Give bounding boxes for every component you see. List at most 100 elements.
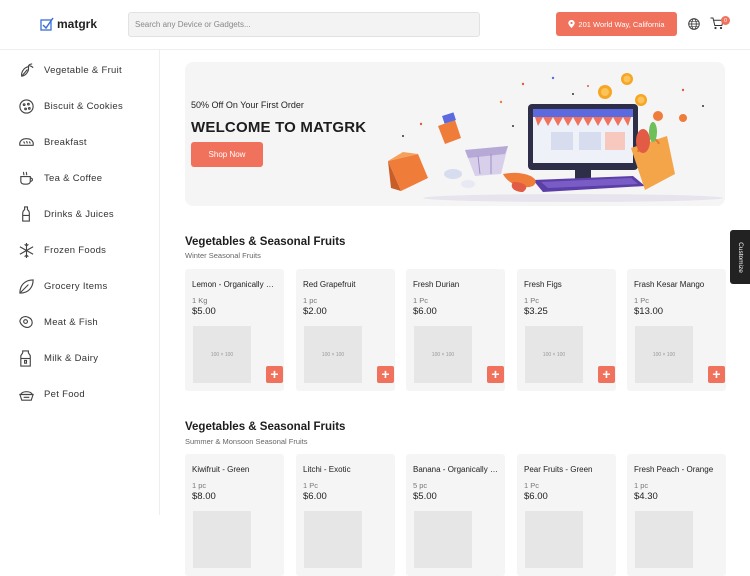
product-price: $3.25 <box>524 306 548 317</box>
shop-now-button[interactable]: Shop Now <box>191 142 263 167</box>
logo-text: matgrk <box>57 17 98 31</box>
leaf-icon <box>19 278 34 294</box>
cup-icon <box>20 171 33 185</box>
top-header: matgrk 201 World Way, California 0 <box>0 0 750 50</box>
sidebar-item-drinks-juices[interactable]: Drinks & Juices <box>18 204 114 224</box>
product-price: $4.30 <box>634 491 658 502</box>
add-to-cart-button[interactable]: + <box>598 366 615 383</box>
category-sidebar: Vegetable & Fruit Biscuit & Cookies Brea… <box>0 50 160 515</box>
product-name[interactable]: Litchi - Exotic <box>303 465 391 474</box>
logo-icon <box>40 17 54 31</box>
online-shopping-illustration <box>388 73 723 202</box>
cart-count-badge: 0 <box>721 16 730 25</box>
product-unit: 1 pc <box>192 481 207 490</box>
sidebar-item-breakfast[interactable]: Breakfast <box>18 132 87 152</box>
sidebar-item-label: Meat & Fish <box>44 316 98 328</box>
add-to-cart-button[interactable]: + <box>487 366 504 383</box>
product-unit: 1 Pc <box>634 296 650 305</box>
product-unit: 1 Kg <box>192 296 208 305</box>
product-price: $5.00 <box>413 491 437 502</box>
product-price: $8.00 <box>192 491 216 502</box>
product-image-placeholder[interactable] <box>414 511 472 568</box>
product-unit: 1 pc <box>634 481 649 490</box>
search-input[interactable] <box>128 12 480 37</box>
customize-label: Customize <box>736 241 744 273</box>
product-card[interactable]: Fresh Durian 1 Pc $6.00 100 × 100 + <box>406 269 505 391</box>
location-button[interactable]: 201 World Way, California <box>556 12 677 36</box>
sidebar-item-tea-coffee[interactable]: Tea & Coffee <box>18 168 102 188</box>
product-card[interactable]: Red Grapefruit 1 pc $2.00 100 × 100 + <box>296 269 395 391</box>
bottle-icon <box>22 205 30 222</box>
product-card[interactable]: Kiwifruit - Green 1 pc $8.00 <box>185 454 284 576</box>
product-image-placeholder[interactable]: 100 × 100 <box>193 326 251 383</box>
product-name[interactable]: Banana - Organically Grown <box>413 465 501 474</box>
sidebar-item-label: Milk & Dairy <box>44 352 99 364</box>
sidebar-item-grocery-items[interactable]: Grocery Items <box>18 276 108 296</box>
product-price: $6.00 <box>413 306 437 317</box>
sidebar-item-label: Drinks & Juices <box>44 208 114 220</box>
add-to-cart-button[interactable]: + <box>266 366 283 383</box>
product-image-placeholder[interactable] <box>525 511 583 568</box>
product-image-placeholder[interactable] <box>635 511 693 568</box>
customize-tab[interactable]: Customize <box>730 230 750 284</box>
location-text: 201 World Way, California <box>578 19 665 29</box>
product-card[interactable]: Fresh Peach - Orange 1 pc $4.30 <box>627 454 726 576</box>
section-subtitle: Winter Seasonal Fruits <box>185 251 261 260</box>
sidebar-item-pet-food[interactable]: Pet Food <box>18 384 85 404</box>
product-image-placeholder[interactable]: 100 × 100 <box>414 326 472 383</box>
product-card[interactable]: Pear Fruits - Green 1 Pc $6.00 <box>517 454 616 576</box>
product-price: $2.00 <box>303 306 327 317</box>
banner-title: WELCOME TO MATGRK <box>191 119 367 136</box>
bread-icon <box>19 137 34 146</box>
banner-subtitle: 50% Off On Your First Order <box>191 100 304 110</box>
product-unit: 1 Pc <box>524 481 540 490</box>
product-unit: 5 pc <box>413 481 428 490</box>
sidebar-item-label: Biscuit & Cookies <box>44 100 124 112</box>
product-card[interactable]: Fresh Figs 1 Pc $3.25 100 × 100 + <box>517 269 616 391</box>
sidebar-item-milk-dairy[interactable]: Milk & Dairy <box>18 348 98 368</box>
cookie-icon <box>19 98 34 114</box>
product-name[interactable]: Lemon - Organically Grown <box>192 280 280 289</box>
sidebar-item-label: Breakfast <box>44 136 87 148</box>
sidebar-item-label: Frozen Foods <box>44 244 107 256</box>
product-image-placeholder[interactable]: 100 × 100 <box>525 326 583 383</box>
product-card[interactable]: Litchi - Exotic 1 Pc $6.00 <box>296 454 395 576</box>
sidebar-item-label: Grocery Items <box>44 280 108 292</box>
section-title: Vegetables & Seasonal Fruits <box>185 421 346 433</box>
product-unit: 1 Pc <box>524 296 540 305</box>
product-price: $6.00 <box>524 491 548 502</box>
product-image-placeholder[interactable] <box>304 511 362 568</box>
product-price: $5.00 <box>192 306 216 317</box>
product-image-placeholder[interactable]: 100 × 100 <box>635 326 693 383</box>
add-to-cart-button[interactable]: + <box>708 366 725 383</box>
promo-banner: 50% Off On Your First Order WELCOME TO M… <box>185 62 725 206</box>
product-card[interactable]: Frash Kesar Mango 1 Pc $13.00 100 × 100 … <box>627 269 726 391</box>
sidebar-item-meat-fish[interactable]: Meat & Fish <box>18 312 98 332</box>
snowflake-icon <box>19 242 34 258</box>
logo[interactable]: matgrk <box>40 17 97 31</box>
sidebar-item-label: Vegetable & Fruit <box>44 64 122 76</box>
product-image-placeholder[interactable] <box>193 511 251 568</box>
product-name[interactable]: Fresh Durian <box>413 280 501 289</box>
sidebar-item-biscuit-cookies[interactable]: Biscuit & Cookies <box>18 96 123 116</box>
sidebar-item-frozen-foods[interactable]: Frozen Foods <box>18 240 106 260</box>
product-card[interactable]: Banana - Organically Grown 5 pc $5.00 <box>406 454 505 576</box>
sidebar-item-label: Tea & Coffee <box>44 172 103 184</box>
product-name[interactable]: Fresh Peach - Orange <box>634 465 722 474</box>
sidebar-item-label: Pet Food <box>44 388 85 400</box>
pet-food-icon <box>19 390 34 401</box>
sidebar-item-vegetable-fruit[interactable]: Vegetable & Fruit <box>18 60 122 80</box>
product-price: $6.00 <box>303 491 327 502</box>
product-name[interactable]: Kiwifruit - Green <box>192 465 280 474</box>
product-name[interactable]: Red Grapefruit <box>303 280 391 289</box>
product-name[interactable]: Frash Kesar Mango <box>634 280 722 289</box>
product-name[interactable]: Pear Fruits - Green <box>524 465 612 474</box>
product-unit: 1 pc <box>303 296 318 305</box>
product-name[interactable]: Fresh Figs <box>524 280 612 289</box>
product-unit: 1 Pc <box>413 296 429 305</box>
globe-icon[interactable] <box>688 18 700 30</box>
section-subtitle: Summer & Monsoon Seasonal Fruits <box>185 437 308 446</box>
product-card[interactable]: Lemon - Organically Grown 1 Kg $5.00 100… <box>185 269 284 391</box>
add-to-cart-button[interactable]: + <box>377 366 394 383</box>
product-image-placeholder[interactable]: 100 × 100 <box>304 326 362 383</box>
